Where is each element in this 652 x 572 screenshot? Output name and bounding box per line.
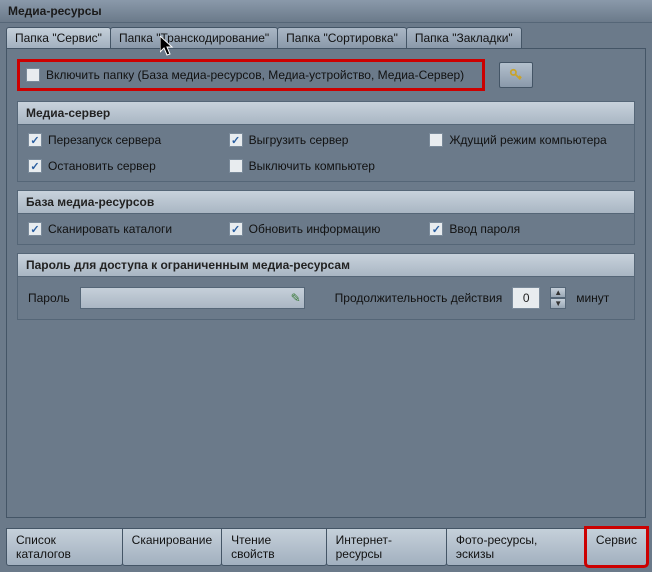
group-media-db-title: База медиа-ресурсов: [18, 191, 634, 214]
tab-bookmarks[interactable]: Папка "Закладки": [406, 27, 522, 48]
chk-restart-server-label: Перезапуск сервера: [48, 133, 161, 147]
group-password: Пароль для доступа к ограниченным медиа-…: [17, 253, 635, 320]
chk-update-info[interactable]: Обновить информацию: [229, 222, 424, 236]
chk-scan-dirs-label: Сканировать каталоги: [48, 222, 172, 236]
chk-enter-password-label: Ввод пароля: [449, 222, 520, 236]
btab-read-props[interactable]: Чтение свойств: [221, 528, 327, 566]
bottom-tabbar: Список каталогов Сканирование Чтение сво…: [6, 528, 646, 566]
btab-internet[interactable]: Интернет-ресурсы: [326, 528, 447, 566]
chk-update-info-label: Обновить информацию: [249, 222, 381, 236]
chk-enter-password[interactable]: Ввод пароля: [429, 222, 624, 236]
duration-unit: минут: [576, 291, 609, 305]
chk-unload-server-label: Выгрузить сервер: [249, 133, 349, 147]
btab-service[interactable]: Сервис: [586, 528, 647, 566]
group-media-db: База медиа-ресурсов Сканировать каталоги…: [17, 190, 635, 245]
content-area: Включить папку (База медиа-ресурсов, Мед…: [6, 48, 646, 518]
enable-folder-label: Включить папку (База медиа-ресурсов, Мед…: [46, 68, 464, 82]
btab-photo[interactable]: Фото-ресурсы, эскизы: [446, 528, 587, 566]
chk-restart-server[interactable]: Перезапуск сервера: [28, 133, 223, 147]
chk-enter-password-box[interactable]: [429, 222, 443, 236]
window-title: Медиа-ресурсы: [0, 0, 652, 23]
edit-icon[interactable]: ✎: [291, 291, 301, 305]
chk-stop-server-label: Остановить сервер: [48, 159, 156, 173]
duration-label: Продолжительность действия: [335, 291, 503, 305]
chk-scan-dirs-box[interactable]: [28, 222, 42, 236]
chk-scan-dirs[interactable]: Сканировать каталоги: [28, 222, 223, 236]
chk-update-info-box[interactable]: [229, 222, 243, 236]
chk-stop-server[interactable]: Остановить сервер: [28, 159, 223, 173]
group-password-title: Пароль для доступа к ограниченным медиа-…: [18, 254, 634, 277]
tab-service[interactable]: Папка "Сервис": [6, 27, 111, 48]
chk-shutdown-box[interactable]: [229, 159, 243, 173]
chk-standby-box[interactable]: [429, 133, 443, 147]
duration-spinner[interactable]: 0: [512, 287, 540, 309]
chk-standby[interactable]: Ждущий режим компьютера: [429, 133, 624, 147]
btab-scanning[interactable]: Сканирование: [122, 528, 222, 566]
chk-standby-label: Ждущий режим компьютера: [449, 133, 606, 147]
chk-unload-server-box[interactable]: [229, 133, 243, 147]
password-label: Пароль: [28, 291, 70, 305]
password-input[interactable]: ✎: [80, 287, 305, 309]
spinner-up[interactable]: ▲: [550, 287, 566, 298]
tab-sorting[interactable]: Папка "Сортировка": [277, 27, 407, 48]
btab-catalog-list[interactable]: Список каталогов: [6, 528, 123, 566]
spinner-down[interactable]: ▼: [550, 298, 566, 309]
group-media-server-title: Медиа-сервер: [18, 102, 634, 125]
chk-shutdown-label: Выключить компьютер: [249, 159, 375, 173]
tab-transcoding[interactable]: Папка "Транскодирование": [110, 27, 278, 48]
chk-restart-server-box[interactable]: [28, 133, 42, 147]
group-media-server: Медиа-сервер Перезапуск сервера Выгрузит…: [17, 101, 635, 182]
enable-folder-highlight: Включить папку (База медиа-ресурсов, Мед…: [17, 59, 485, 91]
enable-row: Включить папку (База медиа-ресурсов, Мед…: [17, 59, 635, 91]
enable-folder-checkbox[interactable]: [26, 68, 40, 82]
key-icon: [509, 68, 523, 82]
top-tabbar: Папка "Сервис" Папка "Транскодирование" …: [0, 23, 652, 48]
key-button[interactable]: [499, 62, 533, 88]
chk-unload-server[interactable]: Выгрузить сервер: [229, 133, 424, 147]
chk-shutdown[interactable]: Выключить компьютер: [229, 159, 424, 173]
chk-stop-server-box[interactable]: [28, 159, 42, 173]
